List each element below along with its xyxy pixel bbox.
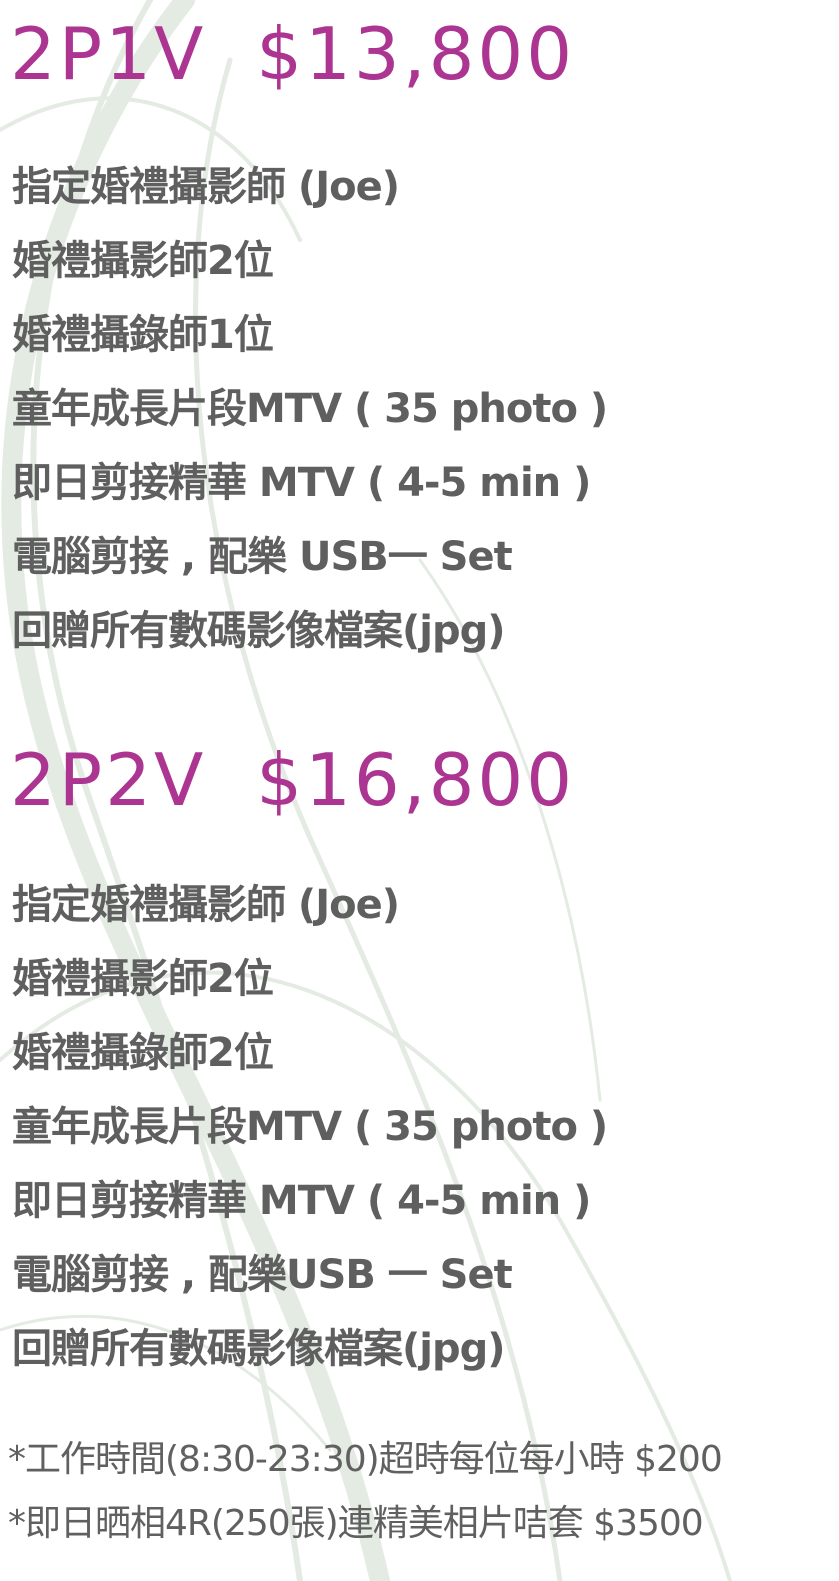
overtime-note: *工作時間(8:30-23:30)超時每位每小時 $200	[8, 1439, 723, 1480]
list-item: 電腦剪接 , 配樂 USB一 Set	[12, 534, 513, 580]
list-item: 指定婚禮攝影師 (Joe)	[12, 882, 400, 928]
same-day-print-note: *即日晒相4R(250張)連精美相片咭套 $3500	[8, 1503, 704, 1544]
package-1-title: 2P1V $13,800	[10, 14, 575, 94]
package-2-title: 2P2V $16,800	[10, 740, 575, 820]
list-item: 婚禮攝錄師1位	[12, 312, 274, 358]
list-item: 回贈所有數碼影像檔案(jpg)	[12, 608, 506, 654]
package-2-items: 指定婚禮攝影師 (Joe) 婚禮攝影師2位 婚禮攝錄師2位 童年成長片段MTV …	[12, 868, 608, 1386]
footnotes: *工作時間(8:30-23:30)超時每位每小時 $200 *即日晒相4R(25…	[8, 1428, 723, 1556]
package-1-items: 指定婚禮攝影師 (Joe) 婚禮攝影師2位 婚禮攝錄師1位 童年成長片段MTV …	[12, 150, 608, 668]
package-1-price: $13,800	[256, 12, 576, 96]
list-item: 童年成長片段MTV ( 35 photo )	[12, 1104, 608, 1150]
package-2-price: $16,800	[256, 738, 576, 822]
list-item: 婚禮攝影師2位	[12, 956, 274, 1002]
list-item: 婚禮攝影師2位	[12, 238, 274, 284]
list-item: 童年成長片段MTV ( 35 photo )	[12, 386, 608, 432]
package-2-name: 2P2V	[10, 738, 207, 822]
list-item: 即日剪接精華 MTV ( 4-5 min )	[12, 460, 591, 506]
list-item: 指定婚禮攝影師 (Joe)	[12, 164, 400, 210]
list-item: 電腦剪接 , 配樂USB 一 Set	[12, 1252, 513, 1298]
list-item: 即日剪接精華 MTV ( 4-5 min )	[12, 1178, 591, 1224]
list-item: 婚禮攝錄師2位	[12, 1030, 274, 1076]
list-item: 回贈所有數碼影像檔案(jpg)	[12, 1326, 506, 1372]
package-1-name: 2P1V	[10, 12, 207, 96]
